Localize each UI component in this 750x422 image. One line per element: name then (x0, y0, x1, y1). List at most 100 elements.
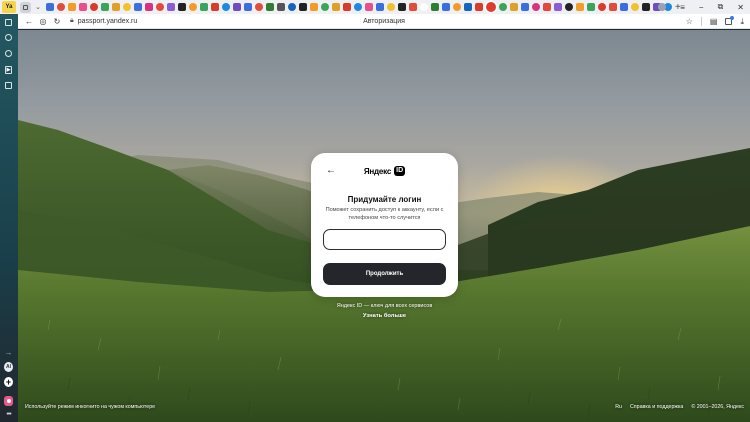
tab-favicon-icon[interactable] (365, 3, 373, 11)
tab-favicon-icon[interactable] (79, 3, 87, 11)
tabs-icon (23, 4, 28, 10)
tab-favicon-icon[interactable] (57, 3, 65, 11)
reload-icon[interactable]: ↻ (50, 17, 64, 26)
learn-more-link[interactable]: Узнать больше (311, 313, 458, 319)
tab-favicon-icon[interactable] (631, 3, 639, 11)
tab-favicon-icon[interactable] (266, 3, 274, 11)
copyright-text: © 2001–2026, Яндекс (691, 404, 744, 410)
collections-icon[interactable] (4, 49, 13, 58)
tab-favicon-icon[interactable] (244, 3, 252, 11)
protect-icon[interactable]: ◎ (36, 17, 50, 26)
download-icon[interactable]: ⤓ (740, 17, 744, 27)
tab-favicon-icon[interactable] (222, 3, 230, 11)
tab-favicon-icon[interactable] (475, 3, 483, 11)
tab-favicon-icon[interactable] (453, 3, 461, 11)
login-input[interactable] (323, 229, 446, 250)
tab-favicon-icon[interactable] (178, 3, 186, 11)
tab-favicon-icon[interactable] (398, 3, 406, 11)
tab-favicon-icon[interactable] (321, 3, 329, 11)
tab-favicon-icon[interactable] (90, 3, 98, 11)
tab-favicon-icon[interactable] (101, 3, 109, 11)
tab-favicon-icon[interactable] (587, 3, 595, 11)
lock-icon[interactable]: 🔒︎ (70, 17, 74, 25)
tab-favicons (46, 2, 672, 12)
tab-favicon-icon[interactable] (354, 3, 362, 11)
tab-favicon-icon[interactable] (521, 3, 529, 11)
collapse-arrow-icon[interactable]: → (4, 348, 13, 357)
tab-favicon-icon[interactable] (431, 3, 439, 11)
tab-favicon-icon[interactable] (299, 3, 307, 11)
tab-favicon-icon[interactable] (211, 3, 219, 11)
bookmark-icon[interactable]: ☆ (686, 17, 693, 26)
card-description: Поможет сохранить доступ к аккаунту, есл… (325, 207, 444, 221)
minimize-icon[interactable]: − (699, 3, 704, 12)
browser-logo[interactable]: Ya (2, 1, 16, 13)
tab-favicon-icon[interactable] (532, 3, 540, 11)
tab-favicon-icon[interactable] (46, 3, 54, 11)
logo-id-badge: ID (394, 166, 406, 176)
tab-favicon-icon[interactable] (442, 3, 450, 11)
tab-favicon-icon[interactable] (112, 3, 120, 11)
tab-favicon-icon[interactable] (565, 3, 573, 11)
close-icon[interactable]: ✕ (737, 3, 744, 12)
tagline-text: Яндекс ID — ключ для всех сервисов (336, 303, 433, 309)
browser-sidebar: ▶︎ → AI + ••• (0, 14, 18, 422)
tab-favicon-icon[interactable] (145, 3, 153, 11)
add-panel-icon[interactable]: + (4, 376, 13, 387)
tab-favicon-icon[interactable] (598, 3, 606, 11)
tab-favicon-icon[interactable] (620, 3, 628, 11)
tab-favicon-icon[interactable] (134, 3, 142, 11)
language-switch[interactable]: Ru (615, 404, 622, 410)
tab-favicon-icon[interactable] (376, 3, 384, 11)
tab-favicon-icon[interactable] (387, 3, 395, 11)
tab-favicon-icon[interactable] (510, 3, 518, 11)
user-avatar-icon[interactable] (4, 395, 13, 406)
address-actions: ☆ ▤ ⤓ (686, 14, 744, 29)
incognito-hint: Используйте режим инкогнито на чужом ком… (25, 404, 156, 410)
page-viewport: ← Яндекс ID Придумайте логин Поможет сох… (18, 30, 750, 422)
tab-favicon-icon[interactable] (343, 3, 351, 11)
tab-favicon-icon[interactable] (642, 3, 650, 11)
tab-favicon-icon[interactable] (156, 3, 164, 11)
alice-ai-icon[interactable]: AI (4, 361, 13, 372)
url-text[interactable]: passport.yandex.ru (78, 18, 138, 25)
tab-favicon-icon[interactable] (189, 3, 197, 11)
reader-icon[interactable]: ▤ (710, 17, 718, 26)
help-link[interactable]: Справка и поддержка (630, 404, 683, 410)
menu-icon[interactable]: ≡ (680, 3, 685, 12)
notes-icon[interactable] (4, 81, 13, 90)
tab-favicon-icon[interactable] (332, 3, 340, 11)
window-controls: ≡ − ⧉ ✕ (658, 0, 744, 14)
tab-favicon-icon[interactable] (499, 3, 507, 11)
tab-favicon-icon[interactable] (464, 3, 472, 11)
tab-favicon-icon[interactable] (409, 3, 417, 11)
restore-icon[interactable]: ⧉ (718, 2, 724, 12)
screenshot-icon[interactable]: ▶︎ (4, 65, 13, 74)
tab-favicon-icon[interactable] (543, 3, 551, 11)
footer-links: Ru Справка и поддержка © 2001–2026, Янде… (615, 404, 744, 410)
active-tab-favicon-icon[interactable] (486, 2, 496, 12)
history-icon[interactable] (4, 33, 13, 42)
profile-icon[interactable] (658, 3, 667, 11)
tab-favicon-icon[interactable] (554, 3, 562, 11)
login-card: ← Яндекс ID Придумайте логин Поможет сох… (311, 153, 458, 297)
tab-overview-button[interactable] (20, 1, 31, 13)
continue-button[interactable]: Продолжить (323, 263, 446, 285)
tab-favicon-icon[interactable] (233, 3, 241, 11)
tab-favicon-icon[interactable] (609, 3, 617, 11)
tab-list-chevron-icon[interactable]: ⌄ (34, 3, 42, 11)
tab-favicon-icon[interactable] (288, 3, 296, 11)
tab-favicon-icon[interactable] (310, 3, 318, 11)
tab-favicon-icon[interactable] (255, 3, 263, 11)
more-dots-icon[interactable]: ••• (4, 410, 13, 419)
tab-favicon-icon[interactable] (123, 3, 131, 11)
tab-favicon-icon[interactable] (576, 3, 584, 11)
tab-favicon-icon[interactable] (420, 3, 428, 11)
tab-favicon-icon[interactable] (277, 3, 285, 11)
tab-favicon-icon[interactable] (68, 3, 76, 11)
extensions-icon[interactable] (725, 16, 735, 25)
back-arrow-icon[interactable]: ← (22, 17, 36, 26)
bookmarks-sidebar-icon[interactable] (4, 18, 13, 27)
tab-favicon-icon[interactable] (200, 3, 208, 11)
tab-favicon-icon[interactable] (167, 3, 175, 11)
